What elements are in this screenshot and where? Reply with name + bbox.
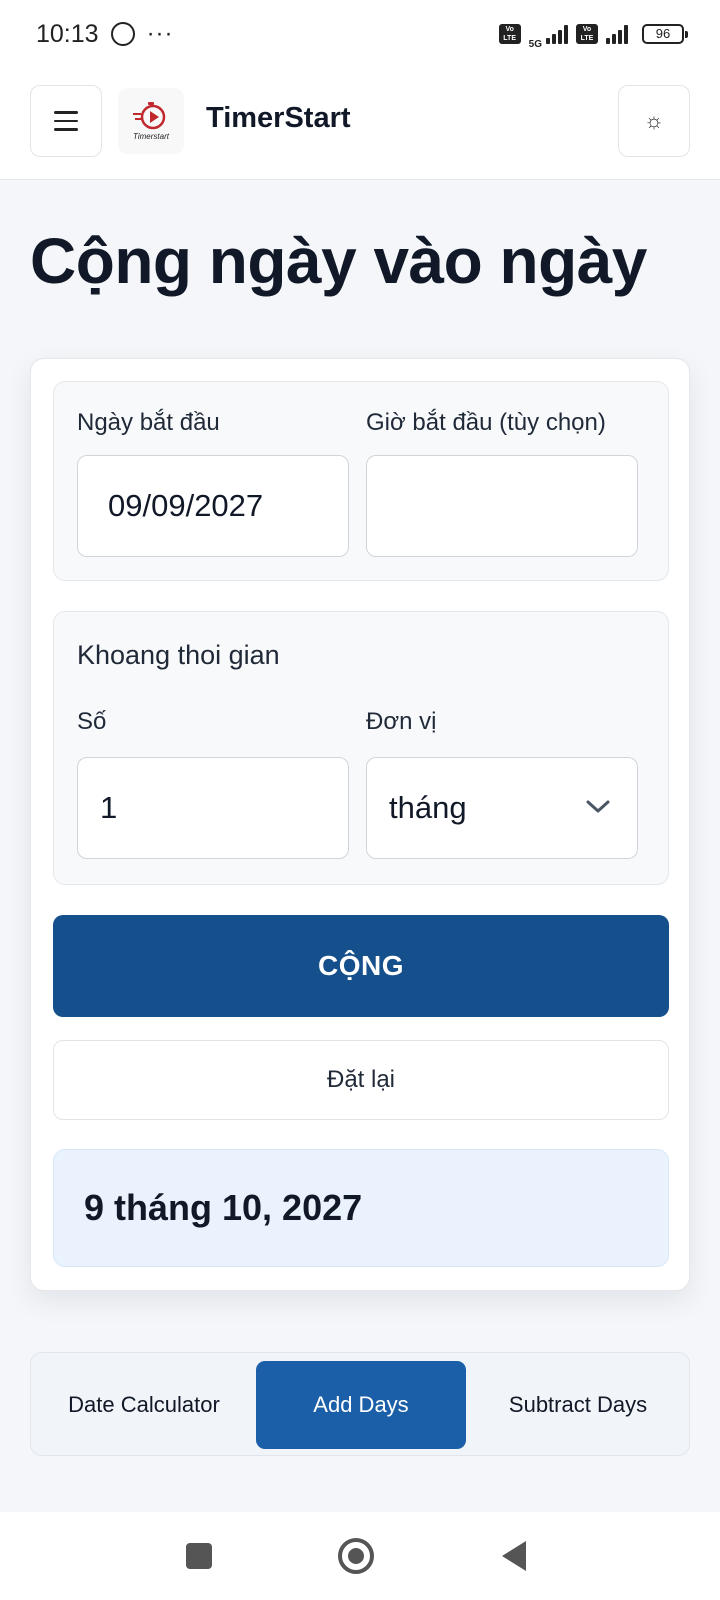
- status-left: 10:13 ···: [36, 20, 174, 49]
- app-title: TimerStart: [206, 102, 351, 134]
- start-date-label: Ngày bắt đầu: [77, 409, 220, 436]
- interval-section: Khoang thoi gian Số 1 Đơn vị tháng: [53, 611, 669, 885]
- status-right: Vo LTE 5G Vo LTE 96: [498, 19, 688, 50]
- theme-toggle-button[interactable]: ☼: [618, 85, 690, 157]
- volte-icon-2: Vo LTE: [576, 24, 598, 44]
- unit-select-value: tháng: [389, 790, 467, 825]
- signal-icon-2: [606, 24, 628, 44]
- battery-icon: 96: [642, 24, 688, 44]
- page-title: Cộng ngày vào ngày: [30, 225, 647, 297]
- volte-icon: Vo LTE: [498, 24, 521, 44]
- calculator-card: Ngày bắt đầu 09/09/2027 Giờ bắt đầu (tùy…: [30, 358, 690, 1291]
- unit-label: Đơn vị: [366, 708, 437, 735]
- whatsapp-icon: [110, 22, 135, 46]
- home-icon[interactable]: [338, 1538, 374, 1574]
- more-notifications-icon: ···: [146, 20, 174, 47]
- tab-subtract-days[interactable]: Subtract Days: [473, 1361, 683, 1449]
- start-date-input[interactable]: 09/09/2027: [77, 455, 349, 557]
- sun-icon: ☼: [643, 108, 665, 133]
- add-button[interactable]: CỘNG: [53, 915, 669, 1017]
- menu-button[interactable]: [30, 85, 102, 157]
- reset-button[interactable]: Đặt lại: [53, 1040, 669, 1120]
- tab-date-calculator[interactable]: Date Calculator: [39, 1361, 249, 1449]
- result-display: 9 tháng 10, 2027: [53, 1149, 669, 1267]
- calculator-tabs: Date Calculator Add Days Subtract Days: [30, 1352, 690, 1456]
- network-type-label: 5G: [528, 38, 542, 50]
- status-time: 10:13: [36, 19, 99, 48]
- recent-apps-icon[interactable]: [186, 1543, 212, 1569]
- chevron-down-icon: [586, 800, 610, 813]
- status-bar: 10:13 ··· Vo LTE 5G Vo LTE 96: [0, 0, 720, 68]
- start-time-input[interactable]: [366, 455, 638, 557]
- number-input[interactable]: 1: [77, 757, 349, 859]
- hamburger-icon-bar: [54, 119, 78, 123]
- number-label: Số: [77, 708, 107, 735]
- start-section: Ngày bắt đầu 09/09/2027 Giờ bắt đầu (tùy…: [53, 381, 669, 581]
- tab-add-days[interactable]: Add Days: [256, 1361, 466, 1449]
- signal-icon: [546, 24, 568, 44]
- start-time-label: Giờ bắt đầu (tùy chọn): [366, 409, 606, 436]
- hamburger-icon-bar: [54, 128, 78, 131]
- interval-heading: Khoang thoi gian: [77, 640, 280, 670]
- system-nav-bar: [0, 1512, 720, 1600]
- app-header: Timerstart TimerStart ☼: [0, 68, 720, 180]
- hamburger-icon: [54, 111, 78, 114]
- app-logo[interactable]: Timerstart: [118, 88, 184, 154]
- logo-text: Timerstart: [133, 132, 169, 141]
- unit-select[interactable]: tháng: [366, 757, 638, 859]
- back-icon[interactable]: [502, 1541, 526, 1571]
- stopwatch-play-icon: [133, 102, 166, 130]
